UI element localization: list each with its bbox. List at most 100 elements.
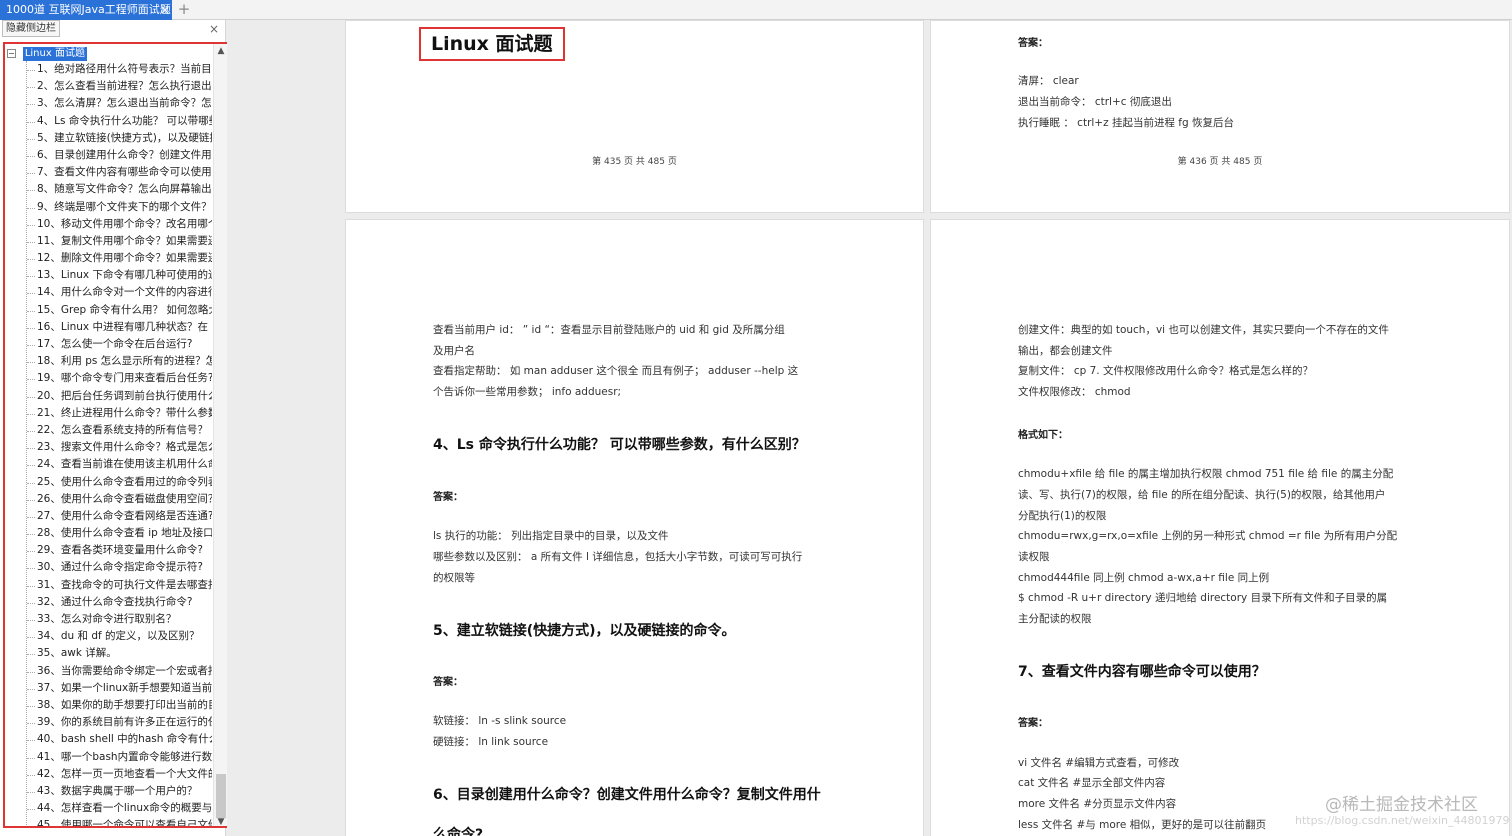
body-line: 查看当前用户 id： ” id “：查看显示目前登陆账户的 uid 和 gid … [433, 324, 785, 336]
page-number: 第 435 页 共 485 页 [592, 157, 677, 167]
outline-item[interactable]: 23、搜索文件用什么命令？格式是怎么样的？ [27, 439, 212, 456]
outline-item[interactable]: 6、目录创建用什么命令？创建文件用什么命令？ [27, 147, 212, 164]
outline-item[interactable]: 17、怎么使一个命令在后台运行? [27, 336, 212, 353]
outline-item[interactable]: 16、Linux 中进程有哪几种状态？在 ps 显示出来的信息中 [27, 319, 212, 336]
outline-item[interactable]: 2、怎么查看当前进程？怎么执行退出？ [27, 78, 212, 95]
outline-item[interactable]: 20、把后台任务调到前台执行使用什么命令? [27, 388, 212, 405]
outline-item[interactable]: 7、查看文件内容有哪些命令可以使用？ [27, 164, 212, 181]
outline-item[interactable]: 34、du 和 df 的定义，以及区别？ [27, 628, 212, 645]
outline-item[interactable]: 24、查看当前谁在使用该主机用什么命令？ [27, 456, 212, 473]
watermark-url: https://blog.csdn.net/weixin_44801979 [1295, 814, 1510, 827]
body-line: 查看指定帮助： 如 man adduser 这个很全 而且有例子； adduse… [433, 365, 799, 377]
outline-root-label[interactable]: Linux 面试题 [22, 46, 87, 61]
body-line: 主分配读的权限 [1018, 613, 1092, 625]
body-line: chmod444file 同上例 chmod a-wx,a+r file 同上例 [1018, 572, 1270, 584]
body-line: 硬链接： ln link source [433, 736, 549, 748]
body-line: ls 执行的功能： 列出指定目录中的目录，以及文件 [433, 530, 669, 542]
outline-item[interactable]: 10、移动文件用哪个命令？改名用哪个命令？ [27, 216, 212, 233]
answer-line: 执行睡眠 ： ctrl+z 挂起当前进程 fg 恢复后台 [1018, 117, 1234, 129]
outline-item[interactable]: 25、使用什么命令查看用过的命令列表? [27, 474, 212, 491]
outline-item[interactable]: 8、随意写文件命令？怎么向屏幕输出带空格的字符串 [27, 181, 212, 198]
outline-item[interactable]: 31、查找命令的可执行文件是去哪查找的? [27, 577, 212, 594]
new-tab-icon[interactable]: + [176, 0, 192, 20]
body-line: vi 文件名 #编辑方式查看，可修改 [1018, 757, 1180, 769]
outline-item[interactable]: 5、建立软链接(快捷方式)，以及硬链接的命令。 [27, 130, 212, 147]
answer-line: 退出当前命令： ctrl+c 彻底退出 [1018, 96, 1172, 108]
outline-scrollbar[interactable]: ▲ ▼ [213, 44, 227, 826]
hide-sidebar-button[interactable]: 隐藏侧边栏 [2, 20, 60, 37]
answer-label: 答案： [1018, 718, 1048, 729]
document-tab[interactable]: 1000道 互联网Java工程师面试题 [0, 0, 172, 20]
outline-item[interactable]: 40、bash shell 中的hash 命令有什么作用？ [27, 731, 212, 748]
outline-item[interactable]: 32、通过什么命令查找执行命令? [27, 594, 212, 611]
outline-item[interactable]: 29、查看各类环境变量用什么命令? [27, 542, 212, 559]
sidebar-close-icon[interactable]: × [207, 22, 221, 36]
body-line: $ chmod -R u+r directory 递归地给 directory … [1018, 592, 1388, 604]
body-line: chmodu=rwx,g=rx,o=xfile 上例的另一种形式 chmod =… [1018, 530, 1398, 542]
answer-label: 答案： [433, 492, 463, 503]
document-tab-title: 1000道 互联网Java工程师面试题 [6, 3, 171, 16]
body-line: 文件权限修改： chmod [1018, 386, 1131, 398]
body-line: 哪些参数以及区别： a 所有文件 l 详细信息，包括大小字节数，可读可写可执行 [433, 551, 803, 563]
page-title: Linux 面试题 [419, 27, 565, 61]
outline-item[interactable]: 14、用什么命令对一个文件的内容进行统计？ [27, 284, 212, 301]
format-label: 格式如下： [1018, 430, 1068, 441]
question-heading: 4、Ls 命令执行什么功能？ 可以带哪些参数，有什么区别？ [433, 437, 806, 453]
sidebar: 隐藏侧边栏 × − Linux 面试题 1、绝对路径用什么符号表示？当前目录、上… [0, 20, 229, 836]
outline-tree: − Linux 面试题 1、绝对路径用什么符号表示？当前目录、上层目录用什么表示… [3, 42, 229, 828]
body-line: 个告诉你一些常用参数； info adduesr; [433, 386, 622, 398]
outline-item[interactable]: 11、复制文件用哪个命令？如果需要连同文件夹一块复制呢？ [27, 233, 212, 250]
outline-root[interactable]: − Linux 面试题 [7, 46, 87, 61]
outline-item[interactable]: 26、使用什么命令查看磁盘使用空间？ [27, 491, 212, 508]
page-number: 第 436 页 共 485 页 [1177, 157, 1263, 167]
scroll-up-icon[interactable]: ▲ [214, 45, 227, 57]
outline-item[interactable]: 38、如果你的助手想要打印出当前的目录栈，你会建议他怎么做？ [27, 697, 212, 714]
question-heading: 么命令? [433, 827, 484, 836]
page-436: 答案： 清屏： clear 退出当前命令： ctrl+c 彻底退出 执行睡眠 ：… [930, 20, 1510, 213]
outline-item[interactable]: 3、怎么清屏？怎么退出当前命令？怎么执行睡眠？ [27, 95, 212, 112]
outline-item[interactable]: 35、awk 详解。 [27, 645, 212, 662]
scroll-thumb[interactable] [216, 774, 226, 818]
outline-item[interactable]: 39、你的系统目前有许多正在运行的任务 [27, 714, 212, 731]
outline-list: 1、绝对路径用什么符号表示？当前目录、上层目录用什么表示？2、怎么查看当前进程？… [27, 61, 212, 826]
outline-item[interactable]: 41、哪一个bash内置命令能够进行数学运算。 [27, 749, 212, 766]
outline-item[interactable]: 37、如果一个linux新手想要知道当前系统支持的所有命令的列表 [27, 680, 212, 697]
answer-label: 答案： [1018, 38, 1048, 49]
body-line: 复制文件： cp 7. 文件权限修改用什么命令？格式是怎么样的？ [1018, 365, 1313, 377]
question-heading: 5、建立软链接(快捷方式)，以及硬链接的命令。 [433, 623, 736, 639]
body-line: 软链接： ln -s slink source [433, 715, 567, 727]
outline-item[interactable]: 45、使用哪一个命令可以查看自己文件系统的磁盘空间配额呢？ [27, 817, 212, 826]
outline-item[interactable]: 42、怎样一页一页地查看一个大文件的内容呢？ [27, 766, 212, 783]
tab-close-icon[interactable]: × [158, 0, 172, 20]
body-line: 读权限 [1018, 551, 1050, 563]
body-line: 及用户名 [433, 345, 475, 357]
outline-item[interactable]: 9、终端是哪个文件夹下的哪个文件？ [27, 199, 212, 216]
outline-item[interactable]: 21、终止进程用什么命令？带什么参数？ [27, 405, 212, 422]
body-line: 读、写、执行(7)的权限，给 file 的所在组分配读、执行(5)的权限，给其他… [1018, 489, 1386, 501]
outline-item[interactable]: 1、绝对路径用什么符号表示？当前目录、上层目录用什么表示？ [27, 61, 212, 78]
outline-item[interactable]: 18、利用 ps 怎么显示所有的进程？怎么利用 ps 查看指定进程的信息？ [27, 353, 212, 370]
body-line: chmodu+xfile 给 file 的属主增加执行权限 chmod 751 … [1018, 468, 1394, 480]
outline-item[interactable]: 44、怎样查看一个linux命令的概要与用法？ [27, 800, 212, 817]
outline-item[interactable]: 4、Ls 命令执行什么功能？ 可以带哪些参数 [27, 113, 212, 130]
document-viewer[interactable]: Linux 面试题 第 435 页 共 485 页 答案： 清屏： clear … [227, 20, 1512, 836]
outline-item[interactable]: 33、怎么对命令进行取别名？ [27, 611, 212, 628]
outline-item[interactable]: 15、Grep 命令有什么用？ 如何忽略大小写？ [27, 302, 212, 319]
page-435: Linux 面试题 第 435 页 共 485 页 [345, 20, 924, 213]
outline-item[interactable]: 22、怎么查看系统支持的所有信号？ [27, 422, 212, 439]
outline-item[interactable]: 27、使用什么命令查看网络是否连通? [27, 508, 212, 525]
outline-item[interactable]: 28、使用什么命令查看 ip 地址及接口信息？ [27, 525, 212, 542]
outline-item[interactable]: 13、Linux 下命令有哪几种可使用的通配符？ [27, 267, 212, 284]
body-line: 的权限等 [433, 572, 475, 584]
outline-item[interactable]: 19、哪个命令专门用来查看后台任务? [27, 370, 212, 387]
outline-item[interactable]: 43、数据字典属于哪一个用户的？ [27, 783, 212, 800]
outline-item[interactable]: 36、当你需要给命令绑定一个宏或者按键的时候 [27, 663, 212, 680]
tab-bar: 1000道 互联网Java工程师面试题 × + [0, 0, 1512, 20]
outline-item[interactable]: 12、删除文件用哪个命令？如果需要连目录及目录下文件一块删除呢？ [27, 250, 212, 267]
scroll-down-icon[interactable]: ▼ [214, 816, 227, 826]
outline-item[interactable]: 30、通过什么命令指定命令提示符? [27, 559, 212, 576]
collapse-toggle-icon[interactable]: − [7, 49, 16, 58]
body-line: cat 文件名 #显示全部文件内容 [1018, 777, 1166, 789]
question-heading: 6、目录创建用什么命令？创建文件用什么命令？复制文件用什 [433, 787, 821, 803]
watermark-logo: @稀土掘金技术社区 [1325, 795, 1478, 815]
